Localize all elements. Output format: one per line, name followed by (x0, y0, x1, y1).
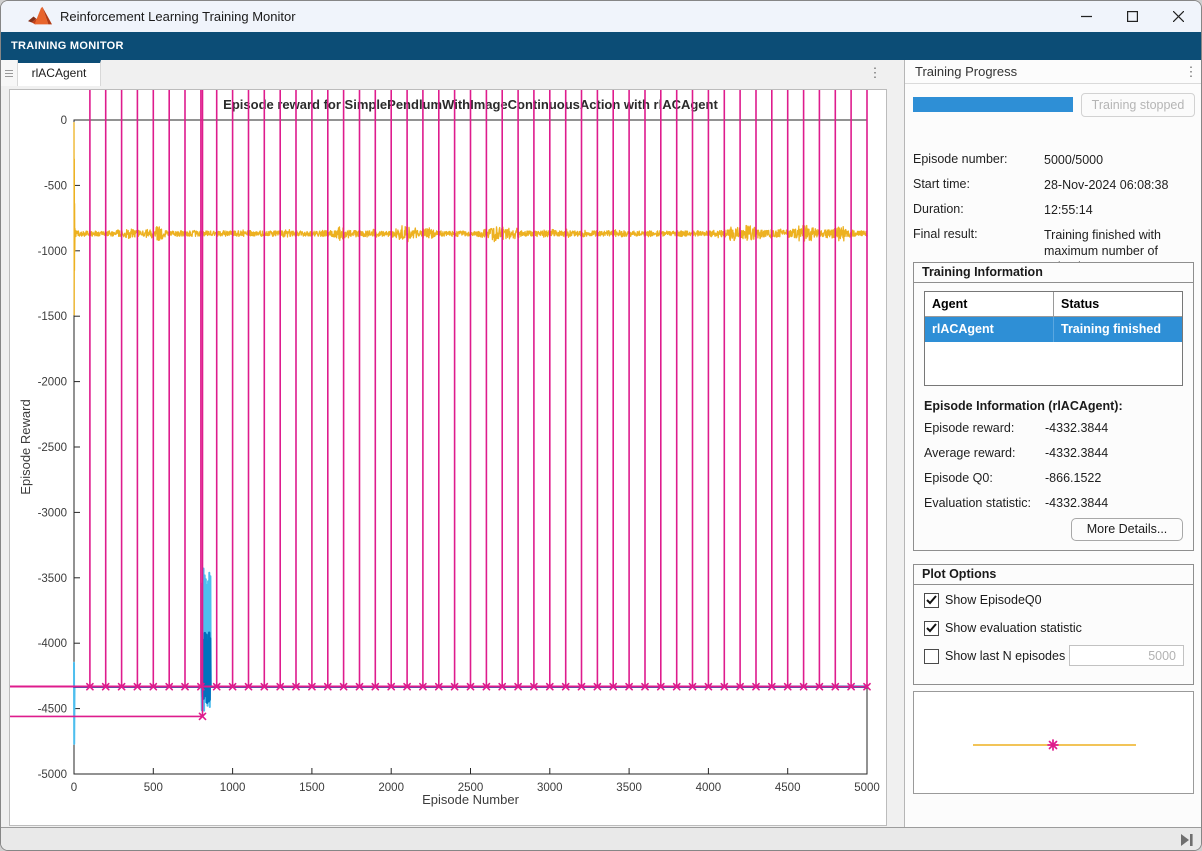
svg-text:-1500: -1500 (38, 311, 67, 323)
table-row-rlacagent[interactable]: rlACAgent Training finished (925, 317, 1182, 342)
svg-text:-5000: -5000 (38, 769, 67, 781)
more-details-button[interactable]: More Details... (1071, 518, 1183, 541)
svg-text:3500: 3500 (616, 782, 642, 794)
close-button[interactable] (1155, 1, 1201, 32)
svg-text:-4000: -4000 (38, 638, 67, 650)
svg-text:-3000: -3000 (38, 507, 67, 519)
episode-reward-chart: 0500100015002000250030003500400045005000… (10, 90, 886, 825)
column-header-agent: Agent (925, 292, 1053, 316)
svg-text:0: 0 (71, 782, 77, 794)
status-bar[interactable] (1, 827, 1201, 851)
plot-options-group: Plot Options Show EpisodeQ0 Show last N … (913, 564, 1194, 685)
panel-header: Training Progress ⋮ (905, 60, 1202, 84)
checkbox-show-last-n-episodes[interactable] (924, 649, 939, 664)
minimize-button[interactable] (1063, 1, 1109, 32)
svg-text:2000: 2000 (378, 782, 404, 794)
expand-panel-icon[interactable] (1180, 834, 1194, 846)
legend-preview-chart (914, 692, 1193, 793)
svg-text:1500: 1500 (299, 782, 325, 794)
title-bar: Reinforcement Learning Training Monitor (1, 1, 1201, 32)
svg-text:-4500: -4500 (38, 704, 67, 716)
tab-label: rlACAgent (32, 66, 87, 80)
svg-text:Episode Reward: Episode Reward (18, 399, 33, 494)
svg-text:1000: 1000 (220, 782, 246, 794)
maximize-icon (1127, 11, 1138, 22)
svg-text:Episode Number: Episode Number (422, 792, 519, 807)
svg-text:3000: 3000 (537, 782, 563, 794)
minimize-icon (1081, 11, 1092, 22)
matlab-logo-icon (28, 6, 52, 27)
check-icon (926, 623, 937, 633)
panel-kebab-icon[interactable]: ⋮ (1183, 60, 1199, 84)
svg-text:4000: 4000 (696, 782, 722, 794)
last-n-episodes-input[interactable] (1069, 645, 1184, 666)
plot-options-title: Plot Options (914, 565, 1193, 585)
training-progress-bar (913, 97, 1073, 112)
svg-text:500: 500 (144, 782, 163, 794)
tab-rlacagent[interactable]: rlACAgent (18, 60, 101, 86)
maximize-button[interactable] (1109, 1, 1155, 32)
svg-text:-1000: -1000 (38, 246, 67, 258)
svg-text:-500: -500 (44, 180, 67, 192)
document-grip-icon[interactable] (1, 60, 18, 86)
app-window: Reinforcement Learning Training Monitor … (0, 0, 1202, 851)
ribbon-label: TRAINING MONITOR (1, 32, 1201, 60)
legend-preview-box (913, 691, 1194, 794)
checkbox-show-episodeq0[interactable] (924, 593, 939, 608)
training-progress-panel: Training Progress ⋮ Training stopped Epi… (904, 60, 1202, 827)
close-icon (1173, 11, 1184, 22)
column-header-status: Status (1053, 292, 1182, 316)
svg-text:0: 0 (61, 115, 67, 127)
tab-strip: rlACAgent ⋮ (1, 60, 887, 86)
training-stopped-button[interactable]: Training stopped (1081, 93, 1195, 117)
window-title: Reinforcement Learning Training Monitor (60, 9, 296, 24)
tab-actions-kebab-icon[interactable]: ⋮ (867, 61, 883, 85)
option-show-evaluation-statistic[interactable]: Show last N episodes Show evaluation sta… (924, 620, 1082, 636)
agent-status-table: Agent Status rlACAgent Training finished (924, 291, 1183, 386)
training-information-group: Training Information Agent Status rlACAg… (913, 262, 1194, 551)
svg-text:-3500: -3500 (38, 573, 67, 585)
training-monitor-ribbon: TRAINING MONITOR (1, 32, 1201, 60)
svg-text:-2000: -2000 (38, 377, 67, 389)
option-show-episodeq0[interactable]: Show EpisodeQ0 (924, 592, 1042, 608)
check-icon (926, 595, 937, 605)
panel-title: Training Progress (915, 60, 1017, 84)
svg-text:4500: 4500 (775, 782, 801, 794)
episode-information-title: Episode Information (rlACAgent): (924, 399, 1123, 413)
option-show-last-n-episodes[interactable]: Show last N episodes (924, 648, 1065, 664)
table-header-row: Agent Status (925, 292, 1182, 317)
checkbox-show-evaluation-statistic[interactable] (924, 621, 939, 636)
training-information-title: Training Information (914, 263, 1193, 283)
svg-text:5000: 5000 (854, 782, 880, 794)
episode-reward-chart-panel: 0500100015002000250030003500400045005000… (9, 89, 887, 826)
svg-text:-2500: -2500 (38, 442, 67, 454)
